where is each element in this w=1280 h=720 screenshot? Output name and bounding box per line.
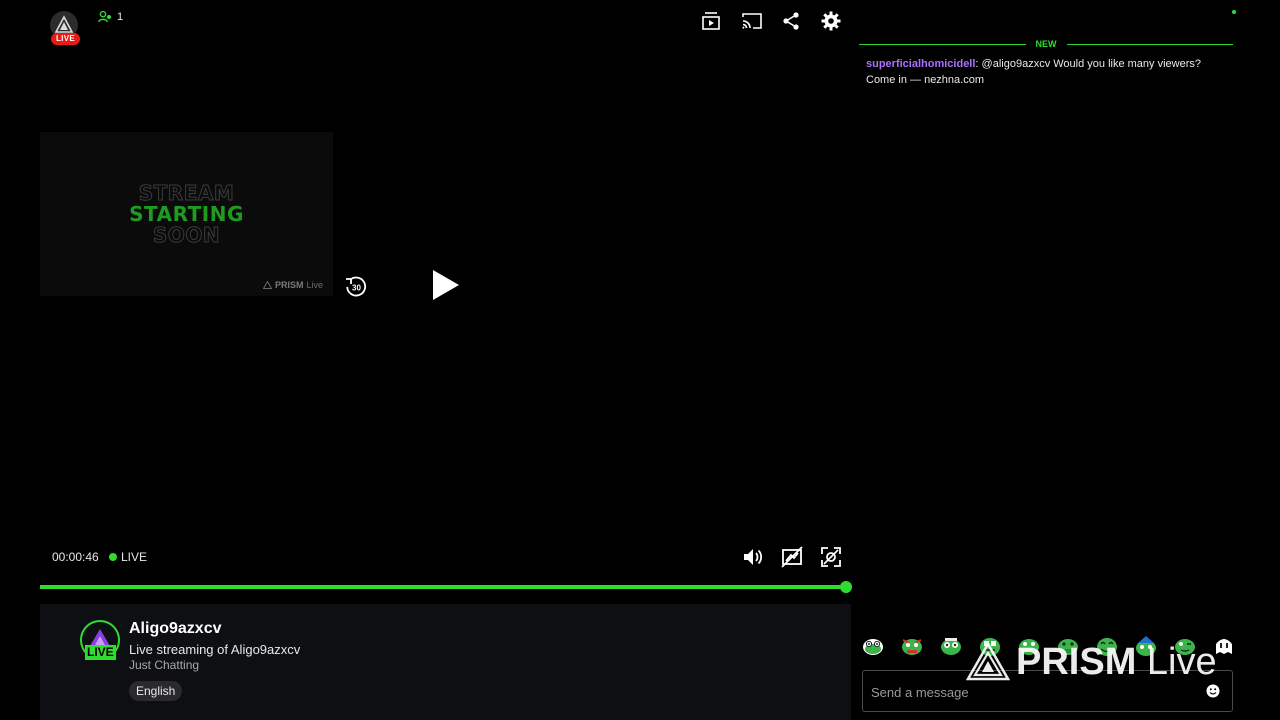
emote-ghost-icon[interactable]: [1204, 636, 1240, 656]
emote-graphic: [1215, 639, 1232, 654]
stream-starting-soon-graphic: STREAM STARTING SOON: [129, 180, 244, 247]
clip-icon: [781, 546, 803, 568]
emote-pepe-hat-icon[interactable]: [1126, 635, 1165, 657]
emote-pepe-angry-icon[interactable]: [892, 636, 931, 656]
stream-title: Live streaming of Aligo9azxcv: [129, 642, 301, 657]
thumb-line-2: STARTING: [129, 201, 244, 226]
prism-triangle-icon: [262, 281, 272, 289]
fullscreen-button[interactable]: [820, 546, 842, 568]
thumb-line-1: STREAM: [138, 180, 235, 205]
thumb-watermark-suffix: Live: [306, 280, 323, 290]
fullscreen-icon: [821, 547, 841, 567]
emote-pepe-wink-icon[interactable]: [1165, 636, 1204, 656]
emote-graphic: [1057, 639, 1078, 655]
settings-button[interactable]: [820, 10, 842, 32]
elapsed-time: 00:00:46: [52, 550, 99, 564]
emote-graphic: [901, 639, 922, 655]
emote-bar: [853, 627, 1240, 665]
stream-preview-thumbnail[interactable]: STREAM STARTING SOON PRISM Live: [40, 132, 333, 296]
emote-graphic: [1174, 639, 1195, 655]
cast-icon: [742, 13, 762, 29]
chat-status-dot: [1232, 10, 1236, 14]
thumb-line-3: SOON: [152, 222, 221, 247]
progress-handle[interactable]: [840, 581, 852, 593]
rewind-30-button[interactable]: 30: [344, 275, 368, 299]
stream-category[interactable]: Just Chatting: [129, 658, 199, 672]
emote-pepe-hands-icon[interactable]: [1048, 636, 1087, 656]
live-dot-icon: [109, 553, 117, 561]
chat-username[interactable]: superficialhomicidell: [866, 58, 975, 70]
divider-line-right: [1066, 43, 1233, 45]
emote-graphic: [979, 638, 1000, 656]
live-indicator-label: LIVE: [121, 550, 148, 564]
emote-pepe-smile-icon[interactable]: [1009, 636, 1048, 656]
share-button[interactable]: [780, 10, 802, 32]
play-icon: [433, 270, 459, 300]
new-divider-label: NEW: [1035, 39, 1057, 49]
language-tag[interactable]: English: [129, 681, 183, 701]
emote-graphic: [1096, 638, 1117, 656]
emote-pepe-money-icon[interactable]: [970, 635, 1009, 657]
live-indicator[interactable]: LIVE: [109, 550, 147, 564]
emote-graphic: [940, 638, 961, 655]
chat-message: superficialhomicidell: @aligo9azxcv Woul…: [866, 56, 1222, 88]
viewer-count-value: 1: [117, 11, 124, 23]
emote-pepe-stare-icon[interactable]: [931, 636, 970, 656]
emote-pepe-cry-icon[interactable]: [853, 636, 892, 656]
rewind-label: 30: [352, 284, 361, 293]
rewind-icon: 30: [346, 276, 367, 297]
new-messages-divider: NEW: [859, 38, 1233, 50]
viewer-count: 1: [98, 11, 123, 23]
theatre-mode-button[interactable]: [700, 10, 722, 32]
volume-icon: [744, 549, 763, 565]
live-badge: LIVE: [51, 33, 80, 45]
settings-icon: [821, 11, 841, 31]
emote-graphic: [1135, 636, 1156, 656]
play-button[interactable]: [430, 268, 462, 302]
viewers-icon: [98, 11, 111, 23]
cast-button[interactable]: [741, 10, 763, 32]
theatre-mode-icon: [702, 12, 720, 30]
chat-message-input[interactable]: [869, 671, 1203, 713]
clip-button[interactable]: [781, 546, 803, 568]
emote-graphic: [862, 639, 883, 655]
thumb-watermark: PRISM Live: [262, 280, 323, 290]
share-icon: [783, 12, 799, 30]
chat-input-box[interactable]: [862, 670, 1233, 713]
volume-button[interactable]: [741, 546, 763, 568]
channel-live-badge: LIVE: [85, 645, 116, 660]
channel-name[interactable]: Aligo9azxcv: [129, 620, 221, 638]
prism-logo-icon: [54, 15, 74, 33]
emote-pepe-happy-icon[interactable]: [1087, 635, 1126, 657]
emoji-picker-icon[interactable]: [1206, 684, 1220, 698]
thumb-watermark-brand: PRISM: [274, 280, 304, 290]
divider-line-left: [859, 43, 1026, 45]
emote-graphic: [1018, 639, 1039, 655]
progress-bar[interactable]: [40, 581, 852, 593]
progress-fill: [40, 585, 846, 589]
